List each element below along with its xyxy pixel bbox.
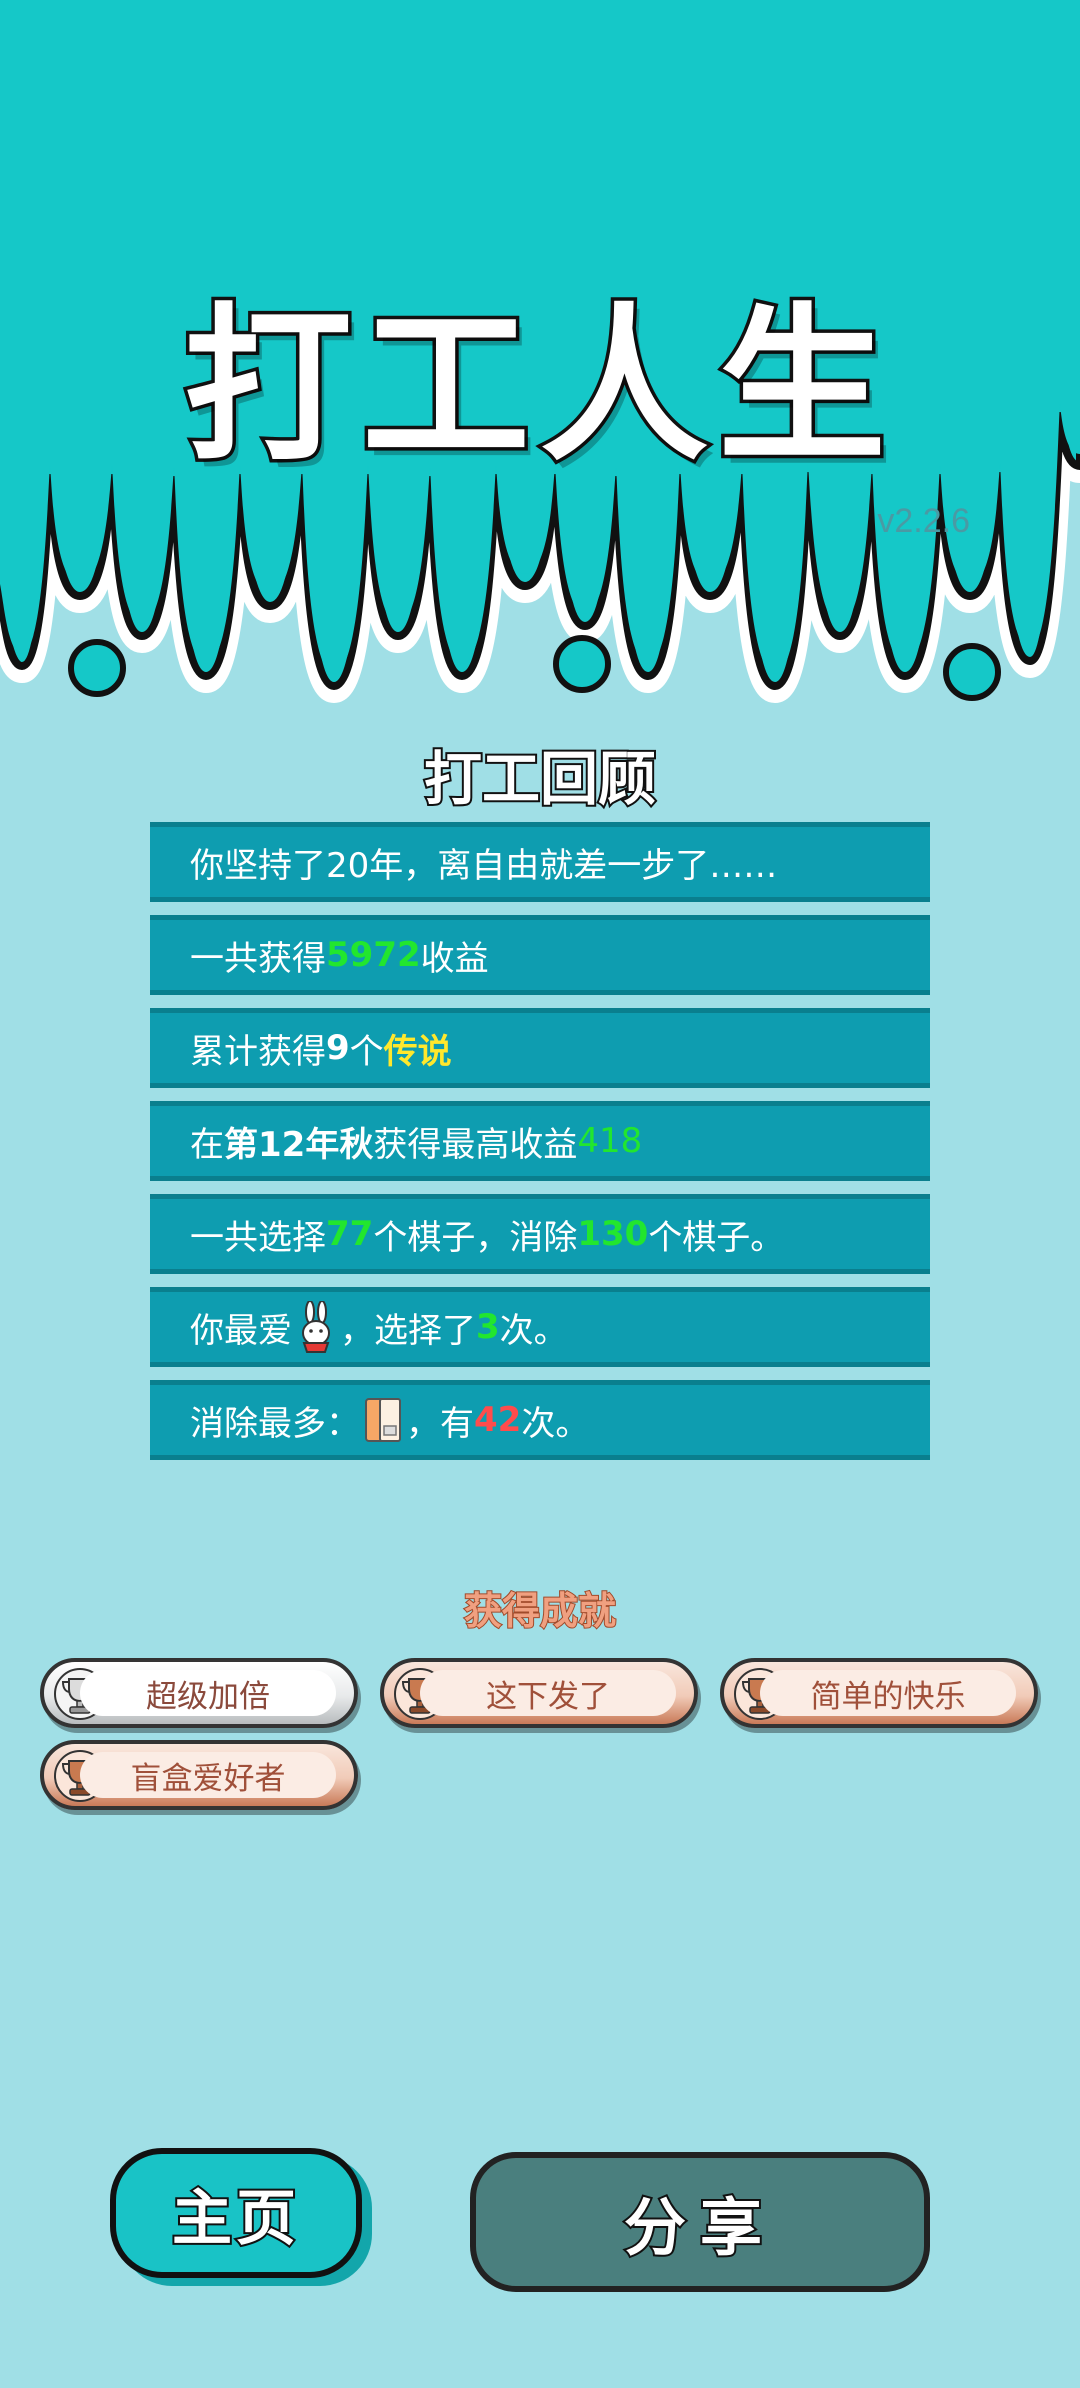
stat-legend-label: 传说 (383, 1031, 452, 1072)
stat-pieces-removed: 130 (577, 1214, 649, 1254)
stat-fav-times: 3 (476, 1307, 500, 1347)
stat-pieces-suffix: 个棋子。 (648, 1217, 785, 1258)
stat-removed-times: 42 (474, 1400, 522, 1440)
stat-fav-suffix: 次。 (499, 1310, 568, 1351)
book-icon (365, 1398, 401, 1442)
stat-row-total-income: 一共获得 5972 收益 (150, 915, 930, 995)
achievement-badge-blindbox-fan[interactable]: 盲盒爱好者 (40, 1740, 358, 1810)
stat-pieces-prefix: 一共选择 (190, 1217, 326, 1258)
version-label: v2.2.6 (877, 502, 970, 540)
stat-legend-count: 9 (326, 1028, 350, 1068)
stat-legend-mid: 个 (349, 1031, 384, 1072)
stat-season-prefix: 在 (190, 1124, 224, 1165)
stat-income-value: 5972 (326, 935, 421, 975)
stat-pieces-chosen: 77 (326, 1214, 374, 1254)
achievement-label: 超级加倍 (80, 1670, 336, 1716)
achievement-label: 简单的快乐 (760, 1670, 1016, 1716)
stat-fav-mid: ，选择了 (340, 1310, 476, 1351)
stat-removed-mid: ，有 (406, 1403, 474, 1444)
review-title: 打工回顾 (422, 743, 658, 815)
stat-removed-suffix: 次。 (521, 1403, 590, 1444)
achievement-badge-got-rich[interactable]: 这下发了 (380, 1658, 698, 1728)
share-button[interactable]: 分享 (470, 2152, 930, 2292)
stat-row-years: 你坚持了20年，离自由就差一步了…… (150, 822, 930, 902)
stat-season-name: 第12年秋 (224, 1124, 374, 1165)
achievement-label: 盲盒爱好者 (80, 1752, 336, 1798)
stat-row-pieces: 一共选择 77 个棋子，消除 130 个棋子。 (150, 1194, 930, 1274)
achievement-label: 这下发了 (420, 1670, 676, 1716)
home-button[interactable]: 主页 (110, 2148, 362, 2278)
achievement-badge-super-double[interactable]: 超级加倍 (40, 1658, 358, 1728)
stat-income-prefix: 一共获得 (190, 938, 326, 979)
stat-legend-prefix: 累计获得 (190, 1031, 326, 1072)
stat-row-best-season: 在 第12年秋 获得最高收益 418 (150, 1101, 930, 1181)
stat-years-text: 你坚持了20年，离自由就差一步了…… (190, 845, 778, 886)
stat-fav-prefix: 你最爱 (190, 1310, 292, 1351)
stat-row-legends: 累计获得 9 个传说 (150, 1008, 930, 1088)
stat-removed-prefix: 消除最多： (190, 1403, 360, 1444)
review-stats-list: 你坚持了20年，离自由就差一步了…… 一共获得 5972 收益 累计获得 9 个传说 在… (150, 822, 930, 1473)
stat-pieces-mid: 个棋子，消除 (373, 1217, 578, 1258)
achievements-title: 获得成就 (463, 1588, 617, 1634)
stat-row-favorite: 你最爱 ，选择了 3 次。 (150, 1287, 930, 1367)
rabbit-icon (302, 1301, 330, 1353)
stat-income-suffix: 收益 (420, 938, 489, 979)
game-title: 打工人生 (181, 285, 896, 488)
stat-season-mid: 获得最高收益 (373, 1124, 578, 1165)
stat-season-value: 418 (577, 1121, 643, 1161)
stat-row-most-removed: 消除最多： ，有 42 次。 (150, 1380, 930, 1460)
achievement-badge-simple-joy[interactable]: 简单的快乐 (720, 1658, 1038, 1728)
